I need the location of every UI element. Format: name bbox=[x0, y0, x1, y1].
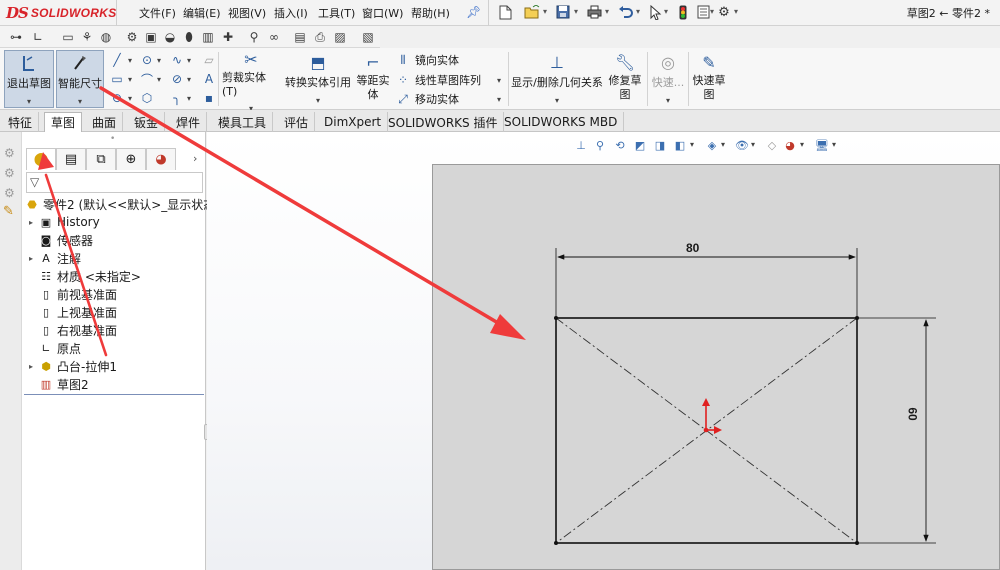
sketch-point[interactable] bbox=[855, 316, 859, 320]
origin-marker[interactable] bbox=[702, 398, 722, 434]
dimension-height[interactable] bbox=[859, 317, 936, 544]
sketch-point[interactable] bbox=[855, 541, 859, 545]
annotation-arrow bbox=[38, 152, 108, 357]
dimension-width-value[interactable]: 80 bbox=[686, 241, 699, 255]
sketch-drawing bbox=[38, 86, 936, 545]
dimension-height-value[interactable]: 60 bbox=[906, 407, 920, 420]
sketch-point[interactable] bbox=[554, 316, 558, 320]
annotation-arrow bbox=[99, 86, 526, 340]
dimension-width[interactable] bbox=[555, 248, 858, 316]
sketch-point[interactable] bbox=[554, 541, 558, 545]
